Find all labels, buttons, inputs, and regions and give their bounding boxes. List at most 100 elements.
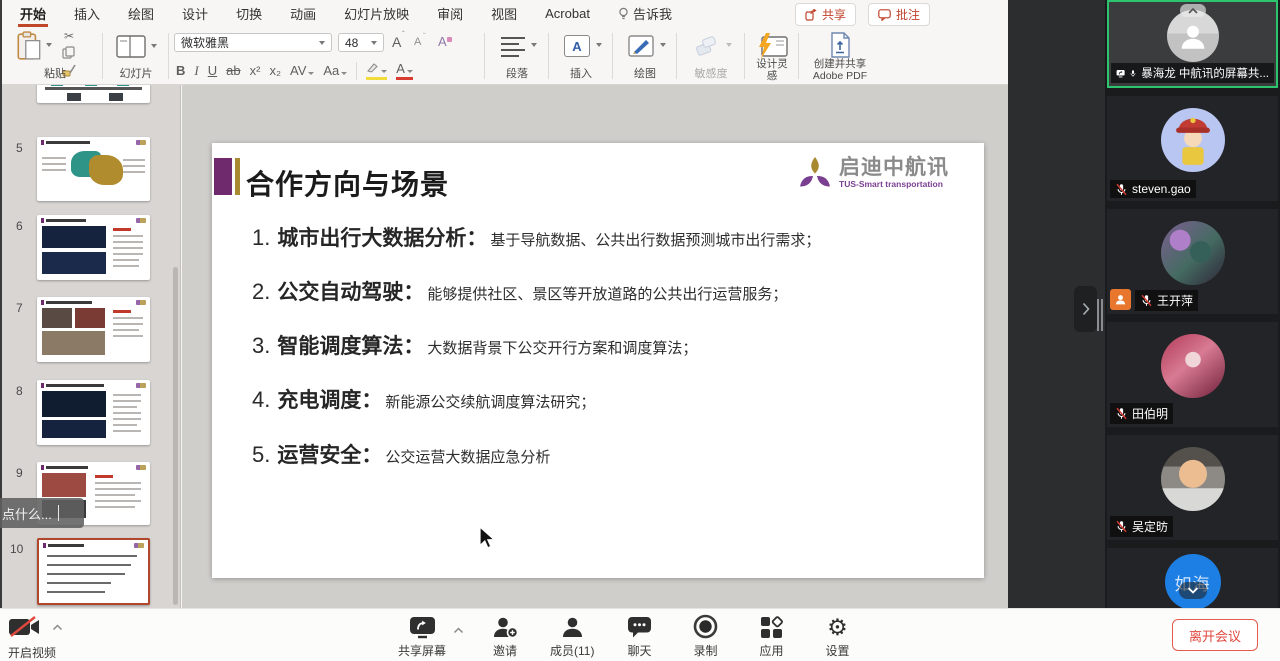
thumb-logo — [136, 383, 146, 388]
menu-item-view[interactable]: 视图 — [489, 0, 519, 27]
underline-button[interactable]: U — [208, 63, 217, 78]
change-case-button[interactable]: Aa — [323, 63, 348, 78]
grow-font-button[interactable]: A — [392, 34, 401, 50]
menu-item-acrobat[interactable]: Acrobat — [543, 0, 592, 27]
font-size-caret[interactable] — [371, 40, 377, 45]
thumbnail-slide-5[interactable] — [37, 137, 150, 201]
members-button[interactable]: 成员(11) — [550, 615, 594, 659]
draw-caret[interactable] — [660, 43, 666, 47]
font-name-value: 微软雅黑 — [181, 36, 230, 50]
thumb-textline — [42, 157, 66, 159]
menu-item-review[interactable]: 审阅 — [435, 0, 465, 27]
font-color-button[interactable]: A — [396, 61, 413, 80]
italic-button[interactable]: I — [194, 63, 198, 79]
expand-panel-button[interactable] — [1074, 286, 1097, 332]
menu-item-tellme[interactable]: 告诉我 — [616, 0, 674, 27]
participant-tile-stevengao[interactable]: steven.gao — [1107, 96, 1278, 201]
font-name-caret[interactable] — [319, 40, 325, 45]
leave-meeting-button[interactable]: 离开会议 — [1171, 619, 1258, 651]
font-format-row: B I U ab x² x₂ AV Aa A — [176, 61, 413, 80]
paragraph-lines-icon[interactable] — [500, 35, 526, 57]
clipboard-icon[interactable] — [16, 31, 42, 61]
invite-button[interactable]: 邀请 — [484, 615, 526, 659]
participant-name: 田伯明 — [1132, 407, 1169, 421]
design-ideas-label[interactable]: 设计灵感 — [755, 58, 789, 82]
apps-button[interactable]: 应用 — [750, 615, 792, 659]
menu-item-design[interactable]: 设计 — [180, 0, 210, 27]
thumbnail-scrollbar[interactable] — [173, 267, 178, 605]
panel-resize-handle[interactable] — [1101, 299, 1103, 331]
share-options-caret[interactable] — [453, 627, 464, 634]
share-screen-button[interactable]: 共享屏幕 — [398, 615, 464, 659]
paragraph-caret[interactable] — [531, 43, 537, 47]
participant-tile-ruhai[interactable]: 如海 — [1107, 548, 1278, 608]
menu-item-draw[interactable]: 绘图 — [126, 0, 156, 27]
thumb-title-bar — [46, 384, 104, 387]
adobe-pdf-icon[interactable] — [828, 32, 852, 58]
paste-dropdown-caret[interactable] — [46, 43, 52, 47]
paste-label[interactable]: 粘贴 — [8, 65, 102, 81]
scroll-up-button[interactable] — [1179, 4, 1206, 17]
new-slide-icon[interactable] — [116, 35, 146, 59]
menu-item-animations[interactable]: 动画 — [288, 0, 318, 27]
settings-button[interactable]: ⚙ 设置 — [816, 615, 858, 659]
thumbnail-slide-10-selected[interactable] — [37, 538, 150, 605]
cut-icon[interactable]: ✂ — [64, 29, 74, 43]
font-color-caret[interactable] — [406, 70, 413, 73]
item-number: 1. — [252, 225, 271, 250]
design-ideas-icon[interactable] — [756, 33, 788, 59]
meeting-message-input-overlay[interactable]: 点什么... — [0, 498, 84, 528]
highlight-caret[interactable] — [381, 70, 388, 73]
clear-format-button[interactable]: A — [438, 34, 447, 49]
copy-icon[interactable] — [62, 46, 75, 59]
comment-button[interactable]: 批注 — [867, 3, 930, 26]
item-number: 4. — [252, 387, 271, 412]
menu-item-transitions[interactable]: 切换 — [234, 0, 264, 27]
slides-dropdown-caret[interactable] — [151, 44, 157, 48]
font-name-combo[interactable]: 微软雅黑 — [174, 33, 332, 52]
ppt-ribbon: ✂ 粘贴 幻灯片 微软雅黑 48 Aˆ Aˇ A B I U ab x² x₂ … — [2, 27, 1008, 85]
panel-resize-handle[interactable] — [1097, 299, 1099, 331]
char-spacing-button[interactable]: AV — [290, 63, 315, 78]
change-case-caret[interactable] — [341, 72, 348, 75]
item-description: 能够提供社区、景区等开放道路的公共出行运营服务； — [427, 286, 788, 303]
participant-tile-baohailong[interactable]: 暴海龙 中航讯的屏幕共... — [1107, 0, 1278, 88]
insert-label[interactable]: 插入 — [552, 65, 610, 81]
current-slide[interactable]: 合作方向与场景 启迪中航讯 TUS-Smart transportation 1… — [212, 143, 984, 578]
chat-button[interactable]: 聊天 — [618, 615, 660, 659]
adobe-pdf-label[interactable]: 创建并共享 Adobe PDF — [804, 58, 876, 82]
subscript-button[interactable]: x₂ — [269, 63, 281, 78]
font-size-combo[interactable]: 48 — [338, 33, 384, 52]
insert-textbox-icon[interactable]: A — [564, 35, 590, 57]
superscript-button[interactable]: x² — [250, 63, 261, 78]
share-button[interactable]: 共享 — [794, 3, 856, 26]
insert-caret[interactable] — [596, 43, 602, 47]
participant-tile-wudingfang[interactable]: 吴定昉 — [1107, 435, 1278, 540]
char-spacing-caret[interactable] — [308, 72, 315, 75]
draw-brush-icon[interactable] — [628, 35, 654, 57]
ribbon-separator — [798, 33, 799, 79]
menu-item-slideshow[interactable]: 幻灯片放映 — [342, 0, 411, 27]
thumb-textline — [95, 482, 141, 484]
thumbnail-slide-4[interactable] — [37, 85, 150, 103]
strikethrough-button[interactable]: ab — [226, 63, 240, 78]
menu-item-home[interactable]: 开始 — [18, 0, 48, 27]
thumbnail-slide-8[interactable] — [37, 380, 150, 445]
highlight-pen-button[interactable] — [366, 61, 388, 80]
slides-label[interactable]: 幻灯片 — [106, 65, 166, 81]
shrink-font-button[interactable]: A — [414, 36, 421, 48]
scroll-down-button[interactable] — [1178, 582, 1207, 599]
item-number: 2. — [252, 279, 271, 304]
participant-tile-wangkaiping[interactable]: 王开萍 — [1107, 209, 1278, 314]
video-options-caret[interactable] — [52, 624, 63, 631]
record-button[interactable]: 录制 — [684, 614, 726, 659]
item-heading: 智能调度算法： — [277, 335, 425, 358]
thumbnail-slide-7[interactable] — [37, 297, 150, 362]
thumbnail-slide-6[interactable] — [37, 215, 150, 280]
share-screen-label: 共享屏幕 — [398, 644, 447, 658]
bold-button[interactable]: B — [176, 63, 185, 78]
menu-item-insert[interactable]: 插入 — [72, 0, 102, 27]
paragraph-label[interactable]: 段落 — [488, 65, 546, 81]
participant-tile-tianboming[interactable]: 田伯明 — [1107, 322, 1278, 427]
draw-label[interactable]: 绘图 — [616, 65, 674, 81]
